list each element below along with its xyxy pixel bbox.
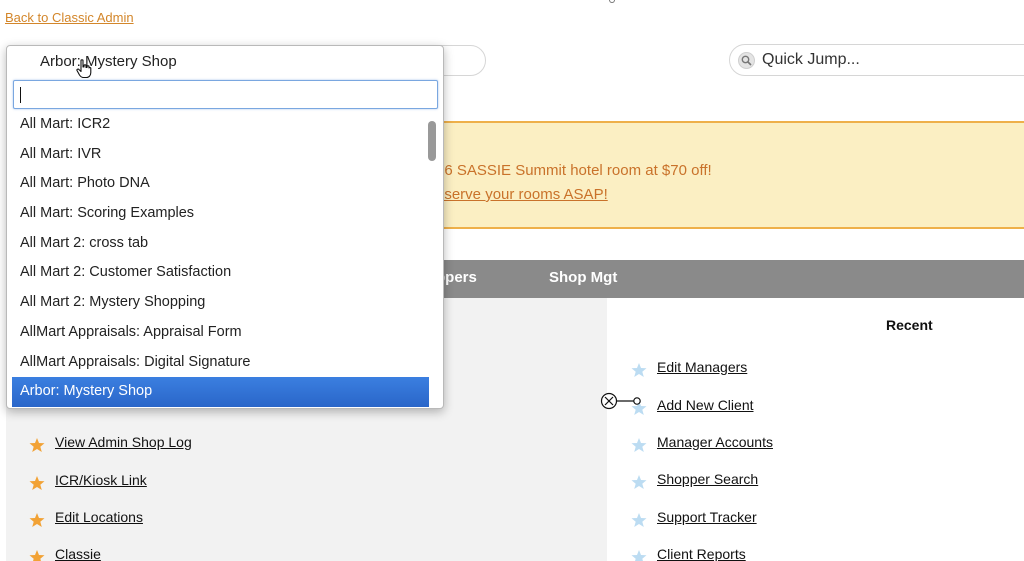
drag-handle-icon[interactable] bbox=[600, 392, 644, 412]
quick-jump-placeholder: Quick Jump... bbox=[762, 51, 860, 68]
recent-link[interactable]: Client Reports bbox=[631, 543, 746, 561]
decorative-caret bbox=[609, 0, 615, 3]
client-option[interactable]: AllMart Appraisals: Digital Signature bbox=[12, 348, 429, 378]
recent-link-label: Client Reports bbox=[657, 546, 746, 561]
client-option[interactable]: All Mart 2: Customer Satisfaction bbox=[12, 258, 429, 288]
star-icon bbox=[631, 475, 647, 489]
star-icon bbox=[631, 363, 647, 377]
recent-link-label: Add New Client bbox=[657, 397, 754, 413]
star-icon bbox=[29, 438, 45, 452]
favorite-link-label: Classie bbox=[55, 546, 101, 561]
client-option[interactable]: All Mart 2: Mystery Shopping bbox=[12, 288, 429, 318]
recent-link-label: Manager Accounts bbox=[657, 434, 773, 450]
pointer-hand-icon bbox=[76, 59, 92, 79]
favorite-link[interactable]: ICR/Kiosk Link bbox=[29, 469, 147, 491]
recent-link-label: Edit Managers bbox=[657, 359, 748, 375]
client-option[interactable]: All Mart: ICR2 bbox=[12, 110, 429, 140]
search-icon bbox=[738, 51, 755, 69]
recent-link-label: Shopper Search bbox=[657, 471, 759, 487]
star-icon bbox=[29, 476, 45, 490]
star-icon bbox=[631, 513, 647, 527]
text-caret bbox=[20, 87, 21, 103]
client-option[interactable]: All Mart 2: cross tab bbox=[12, 229, 429, 259]
favorite-link[interactable]: Classie bbox=[29, 543, 101, 561]
favorite-link[interactable]: Edit Locations bbox=[29, 506, 143, 528]
recent-link[interactable]: Shopper Search bbox=[631, 468, 758, 490]
star-icon bbox=[631, 438, 647, 452]
client-option[interactable]: AllMart Appraisals: Appraisal Form bbox=[12, 318, 429, 348]
quick-jump-input[interactable]: Quick Jump... bbox=[729, 44, 1024, 76]
nav-item-shop-mgt[interactable]: Shop Mgt bbox=[549, 269, 617, 286]
favorite-link-label: ICR/Kiosk Link bbox=[55, 472, 147, 488]
favorite-link[interactable]: View Admin Shop Log bbox=[29, 431, 192, 453]
banner-text: 16 SASSIE Summit hotel room at $70 off! bbox=[436, 162, 712, 179]
client-option[interactable]: All Mart: Scoring Examples bbox=[12, 199, 429, 229]
back-to-classic-admin-link[interactable]: Back to Classic Admin bbox=[5, 10, 134, 25]
client-option-active[interactable]: Arbor: Mystery Shop bbox=[12, 377, 429, 407]
recent-link[interactable]: Edit Managers bbox=[631, 356, 747, 378]
star-icon bbox=[631, 550, 647, 561]
recent-link-label: Support Tracker bbox=[657, 509, 757, 525]
dropdown-scrollbar[interactable] bbox=[428, 121, 436, 161]
page: Back to Classic Admin Quick Jump... 16 S… bbox=[0, 0, 1024, 561]
star-icon bbox=[29, 513, 45, 527]
client-search-input[interactable] bbox=[13, 80, 438, 109]
client-option[interactable]: All Mart: Photo DNA bbox=[12, 169, 429, 199]
banner-link[interactable]: eserve your rooms ASAP! bbox=[436, 186, 608, 203]
client-dropdown-selected[interactable]: Arbor: Mystery Shop bbox=[40, 53, 177, 70]
recent-link[interactable]: Manager Accounts bbox=[631, 431, 773, 453]
client-dropdown[interactable]: Arbor: Mystery Shop All Mart: ICR2 All M… bbox=[6, 45, 444, 409]
favorite-link-label: Edit Locations bbox=[55, 509, 143, 525]
favorite-link-label: View Admin Shop Log bbox=[55, 434, 192, 450]
recent-link[interactable]: Add New Client bbox=[631, 394, 754, 416]
recent-heading: Recent bbox=[886, 317, 933, 333]
client-option-list: All Mart: ICR2 All Mart: IVR All Mart: P… bbox=[12, 110, 429, 407]
client-option[interactable]: All Mart: IVR bbox=[12, 140, 429, 170]
recent-link[interactable]: Support Tracker bbox=[631, 506, 757, 528]
star-icon bbox=[29, 550, 45, 561]
